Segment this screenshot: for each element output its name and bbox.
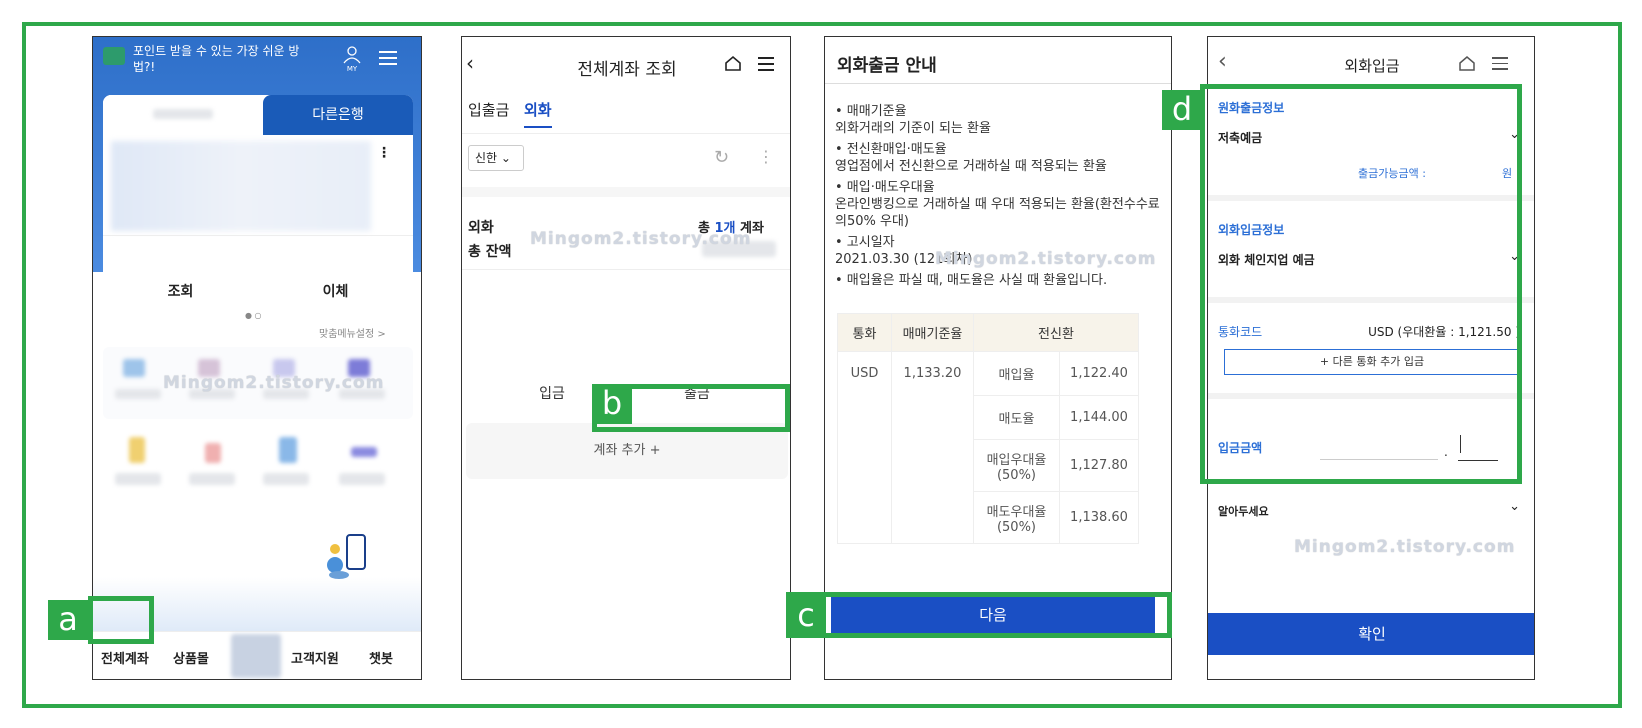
- callout-label-d: d: [1162, 90, 1202, 130]
- rate-label-cell: 매도율: [973, 395, 1060, 440]
- custom-menu-link[interactable]: 맞춤메뉴설정 >: [319, 325, 386, 340]
- watermark: Mingom2.tistory.com: [163, 373, 385, 393]
- more-options-icon[interactable]: ⋮: [758, 147, 774, 166]
- header-currency: 통화: [837, 313, 892, 352]
- divider: [825, 83, 1171, 84]
- inquiry-button[interactable]: 조회: [103, 281, 258, 301]
- header-tt: 전신환: [973, 313, 1139, 352]
- menu-icon[interactable]: [379, 51, 397, 65]
- rate-value-cell: 1,144.00: [1059, 395, 1139, 440]
- callout-box-a: [88, 596, 154, 644]
- panel-main-home: 포인트 받을 수 있는 가장 쉬운 방법?! MY 다른은행 ⋮ 조회 이체 ●…: [92, 36, 422, 680]
- callout-box-c: [786, 592, 1172, 638]
- nav-all-accounts[interactable]: 전체계좌: [101, 648, 149, 667]
- confirm-button[interactable]: 확인: [1208, 613, 1534, 655]
- tab-deposit[interactable]: 입출금: [468, 99, 509, 120]
- callout-label-c: c: [786, 596, 826, 636]
- rate-value-cell: 1,122.40: [1059, 351, 1139, 396]
- fx-label: 외화: [468, 220, 494, 236]
- nav-chatbot[interactable]: 챗봇: [369, 648, 393, 667]
- menu-icon[interactable]: [758, 57, 774, 71]
- rates-table: 통화 매매기준율 전신환 USD 1,133.20 매입율 1,122.40 매…: [837, 313, 1139, 544]
- divider: [462, 133, 790, 134]
- gap: [462, 187, 790, 197]
- money-icon: [103, 47, 125, 65]
- my-bank-tab[interactable]: [103, 95, 263, 135]
- account-info-blurred: [111, 141, 371, 231]
- page-title: 외화입금: [1344, 57, 1400, 75]
- callout-label-b: b: [592, 384, 632, 424]
- home-icon[interactable]: [1458, 55, 1476, 75]
- mascot-illustration: [325, 531, 369, 581]
- panel-fx-withdraw-info: 외화출금 안내 • 매매기준율 외화거래의 기준이 되는 환율 • 전신환매입·…: [824, 36, 1172, 680]
- callout-box-d: [1200, 84, 1522, 484]
- currency-cell: USD: [837, 351, 892, 544]
- rate-value-cell: 1,127.80: [1059, 439, 1139, 492]
- more-options-icon[interactable]: ⋮: [377, 145, 391, 161]
- nav-center-blurred[interactable]: [231, 634, 281, 678]
- page-title: 외화출금 안내: [837, 56, 937, 76]
- info-item: • 매입·매도우대율 온라인뱅킹으로 거래하실 때 우대 적용되는 환율(환전수…: [835, 180, 1160, 229]
- promo-banner[interactable]: 포인트 받을 수 있는 가장 쉬운 방법?!: [133, 43, 313, 75]
- watermark: Mingom2.tistory.com: [1294, 537, 1516, 557]
- watermark: Mingom2.tistory.com: [935, 249, 1157, 269]
- info-item: • 매입율은 파실 때, 매도율은 사실 때 환율입니다.: [835, 273, 1108, 288]
- menu-icon[interactable]: [1492, 57, 1508, 70]
- watermark: Mingom2.tistory.com: [530, 229, 752, 249]
- rate-label-cell: 매도우대율 (50%): [973, 491, 1060, 544]
- chevron-down-icon[interactable]: ⌄: [1509, 499, 1520, 514]
- bank-select-value: 신한: [475, 151, 498, 165]
- rate-label-cell: 매입율: [973, 351, 1060, 396]
- other-bank-tab[interactable]: 다른은행: [263, 95, 413, 135]
- transfer-button[interactable]: 이체: [258, 281, 413, 301]
- panel-all-accounts: ‹ 전체계좌 조회 입출금 외화 신한 ⌄ ↻ ⋮ 외화 총 잔액 총 1개 계…: [461, 36, 791, 680]
- header-base-rate: 매매기준율: [891, 313, 974, 352]
- info-item: • 전신환매입·매도율 영업점에서 전신환으로 거래하실 때 적용되는 환율: [835, 142, 1107, 174]
- info-item: • 매매기준율 외화거래의 기준이 되는 환율: [835, 104, 991, 136]
- nav-product-mall[interactable]: 상품몰: [173, 648, 209, 667]
- base-rate-cell: 1,133.20: [891, 351, 974, 544]
- nav-customer-support[interactable]: 고객지원: [291, 648, 339, 667]
- divider: [103, 235, 413, 236]
- callout-label-a: a: [48, 600, 88, 640]
- rate-label-cell: 매입우대율 (50%): [973, 439, 1060, 492]
- page-dots: ● ○: [245, 311, 262, 320]
- my-profile-icon[interactable]: MY: [341, 45, 363, 73]
- refresh-icon[interactable]: ↻: [714, 147, 729, 168]
- home-icon[interactable]: [724, 55, 742, 75]
- divider: [462, 269, 790, 270]
- notice-label[interactable]: 알아두세요: [1218, 503, 1269, 519]
- total-balance-label: 총 잔액: [468, 244, 512, 260]
- bank-select[interactable]: 신한 ⌄: [468, 145, 524, 171]
- tab-fx[interactable]: 외화: [524, 99, 552, 128]
- quick-menu-row-2: [103, 437, 413, 497]
- rate-value-cell: 1,138.60: [1059, 491, 1139, 544]
